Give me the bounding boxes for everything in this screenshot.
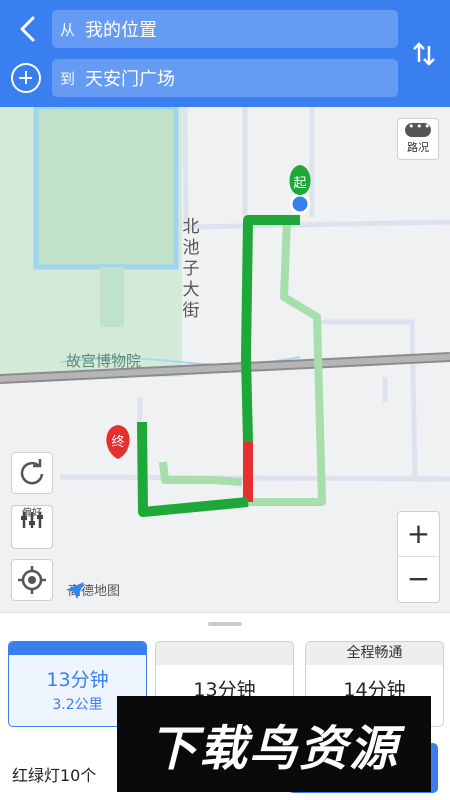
start-marker-label: 起	[293, 176, 306, 191]
amap-logo: 高德地图	[64, 580, 120, 599]
drag-handle[interactable]	[208, 622, 242, 626]
refresh-button[interactable]	[11, 452, 53, 494]
zoom-out-button[interactable]: −	[398, 557, 439, 602]
route-tag	[156, 642, 293, 665]
preference-button[interactable]: 偏好	[11, 505, 53, 549]
origin-value: 我的位置	[85, 20, 158, 41]
route-time: 13分钟	[46, 669, 109, 691]
poi-label: 故宫博物院	[66, 352, 142, 370]
traffic-label: 路况	[407, 141, 429, 154]
main-route-end	[137, 421, 249, 517]
route-tag	[9, 642, 146, 655]
street-label: 北池子大街	[182, 217, 200, 321]
refresh-icon	[20, 459, 44, 485]
swap-icon[interactable]	[410, 38, 438, 70]
palace-gate-area	[100, 267, 124, 327]
origin-prefix: 从	[60, 20, 76, 39]
alt-route-2	[159, 461, 243, 486]
origin-field[interactable]: 从 我的位置	[52, 10, 398, 48]
amap-logo-icon	[66, 582, 84, 599]
end-marker-label: 终	[111, 434, 124, 450]
traffic-icon	[405, 120, 431, 137]
locate-icon	[18, 566, 46, 594]
route-tag: 全程畅通	[306, 642, 443, 665]
route-header: 从 我的位置 到 天安门广场	[0, 0, 450, 107]
zoom-control: + −	[397, 511, 440, 603]
current-location-dot	[289, 193, 311, 215]
main-route	[241, 215, 300, 443]
traffic-button[interactable]: 路况	[397, 118, 439, 160]
destination-prefix: 到	[60, 69, 76, 88]
zoom-in-button[interactable]: +	[398, 512, 439, 557]
back-icon[interactable]	[12, 12, 44, 46]
watermark: 下载鸟资源	[117, 696, 431, 792]
traffic-lights-count: 红绿灯10个	[12, 766, 97, 785]
add-waypoint-icon[interactable]	[11, 63, 41, 93]
destination-value: 天安门广场	[85, 69, 176, 90]
map-view[interactable]: 起 终 北池子大街 故宫博物院 路况 偏好	[0, 107, 450, 612]
palace-area	[33, 107, 179, 270]
destination-field[interactable]: 到 天安门广场	[52, 59, 398, 97]
locate-button[interactable]	[11, 559, 53, 601]
preference-icon	[21, 512, 43, 528]
